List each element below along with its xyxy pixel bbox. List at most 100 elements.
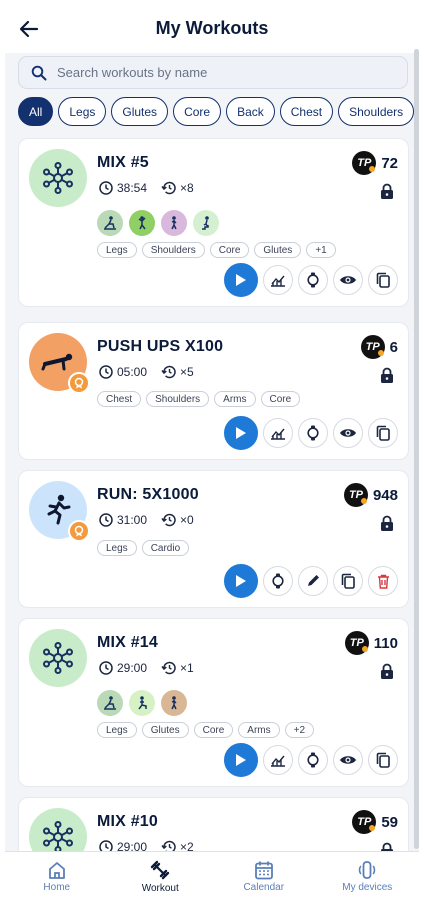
tp-score: TP 59 [352, 810, 398, 834]
search-input[interactable] [57, 65, 377, 80]
copy-button[interactable] [368, 745, 398, 775]
tag: Core [260, 391, 301, 407]
watch-button[interactable] [298, 265, 328, 295]
watch-button[interactable] [298, 745, 328, 775]
play-button[interactable] [224, 743, 258, 777]
tp-score: TP 948 [343, 483, 398, 507]
preview-button[interactable] [333, 745, 363, 775]
app-frame: My Workouts All Legs Glutes Core Back Ch… [5, 5, 419, 901]
tag: Core [193, 722, 234, 738]
tab-workout-label: Workout [141, 883, 179, 894]
tp-logo: TP [344, 631, 369, 655]
workout-stats: 05:00 ×5 [99, 365, 208, 379]
medal-badge-icon [68, 520, 90, 542]
workout-count: ×0 [180, 513, 194, 527]
top-bar: My Workouts [5, 5, 419, 53]
tag: Glutes [141, 722, 189, 738]
copy-icon [376, 425, 390, 441]
stats-button[interactable] [263, 418, 293, 448]
copy-button[interactable] [333, 566, 363, 596]
chip-legs[interactable]: Legs [58, 97, 107, 126]
watch-button[interactable] [298, 418, 328, 448]
tag: Shoulders [146, 391, 210, 407]
tp-value: 6 [389, 338, 398, 356]
preview-button[interactable] [333, 418, 363, 448]
watch-icon [307, 425, 319, 441]
stats-button[interactable] [263, 745, 293, 775]
preview-button[interactable] [333, 265, 363, 295]
tag-list: Chest Shoulders Arms Core [97, 391, 301, 407]
walking-icon [161, 210, 187, 236]
watch-icon [307, 272, 319, 288]
tab-calendar-label: Calendar [243, 882, 285, 893]
tag-more[interactable]: +2 [284, 722, 315, 738]
watch-button[interactable] [263, 566, 293, 596]
history-icon [161, 365, 176, 379]
tp-score: TP 6 [360, 335, 398, 359]
card-actions [224, 564, 398, 598]
pushup-icon [41, 353, 73, 371]
tag-list: Legs Glutes Core Arms +2 [97, 722, 315, 738]
workout-avatar [29, 481, 90, 542]
workout-duration: 05:00 [117, 365, 148, 379]
play-button[interactable] [224, 564, 258, 598]
workout-name: PUSH UPS X100 [97, 338, 224, 355]
clock-icon [99, 181, 113, 195]
tab-calendar[interactable]: Calendar [212, 852, 316, 901]
workout-count: ×8 [180, 181, 194, 195]
copy-button[interactable] [368, 418, 398, 448]
clock-icon [99, 513, 113, 527]
tag: Legs [97, 242, 137, 258]
workout-duration: 38:54 [117, 181, 148, 195]
chip-all[interactable]: All [18, 97, 54, 126]
workout-card[interactable]: PUSH UPS X100 05:00 ×5 TP 6 Chest Shoulde… [18, 322, 409, 460]
play-icon [236, 427, 246, 439]
tag: Legs [97, 540, 137, 556]
card-actions [224, 416, 398, 450]
bottom-nav: Home Workout Calendar My devices [5, 851, 419, 901]
chip-shoulders[interactable]: Shoulders [338, 97, 415, 126]
scrollbar[interactable] [414, 49, 419, 849]
device-signal-icon [358, 861, 376, 879]
workout-card[interactable]: RUN: 5X1000 31:00 ×0 TP 948 Legs Cardio [18, 470, 409, 608]
tag: Core [209, 242, 250, 258]
search-icon [31, 65, 47, 80]
chip-glutes[interactable]: Glutes [111, 97, 169, 126]
activity-icons [97, 690, 187, 716]
calendar-icon [254, 861, 273, 880]
tp-score: TP 72 [352, 151, 398, 175]
tag: Glutes [254, 242, 302, 258]
climbing-icon [129, 210, 155, 236]
delete-button[interactable] [368, 566, 398, 596]
tab-workout[interactable]: Workout [109, 852, 213, 901]
dumbbell-icon [151, 860, 170, 880]
stairs-icon [193, 210, 219, 236]
chip-back[interactable]: Back [226, 97, 275, 126]
tab-devices[interactable]: My devices [316, 852, 420, 901]
chip-chest[interactable]: Chest [279, 97, 334, 126]
tag-more[interactable]: +1 [306, 242, 336, 258]
history-icon [161, 661, 176, 675]
tp-value: 110 [373, 634, 398, 652]
edit-button[interactable] [298, 566, 328, 596]
pencil-icon [308, 575, 319, 586]
workout-duration: 29:00 [117, 661, 148, 675]
copy-button[interactable] [368, 265, 398, 295]
workout-count: ×1 [180, 661, 194, 675]
chip-core[interactable]: Core [173, 97, 222, 126]
workout-name: MIX #5 [97, 154, 149, 171]
workout-card[interactable]: MIX #14 29:00 ×1 TP 110 Legs Glutes Core … [18, 618, 409, 787]
tp-score: TP 110 [344, 631, 398, 655]
tab-devices-label: My devices [342, 882, 393, 893]
workout-card[interactable]: MIX #5 38:54 ×8 TP 72 Legs Shoulders Core… [18, 138, 409, 307]
workout-duration: 31:00 [117, 513, 148, 527]
medal-badge-icon [68, 372, 90, 394]
rowing-icon [97, 210, 123, 236]
play-button[interactable] [224, 263, 258, 297]
stats-button[interactable] [263, 265, 293, 295]
search-bar[interactable] [18, 56, 408, 89]
network-icon [43, 821, 73, 853]
play-button[interactable] [224, 416, 258, 450]
copy-icon [341, 573, 355, 589]
tab-home[interactable]: Home [5, 852, 109, 901]
